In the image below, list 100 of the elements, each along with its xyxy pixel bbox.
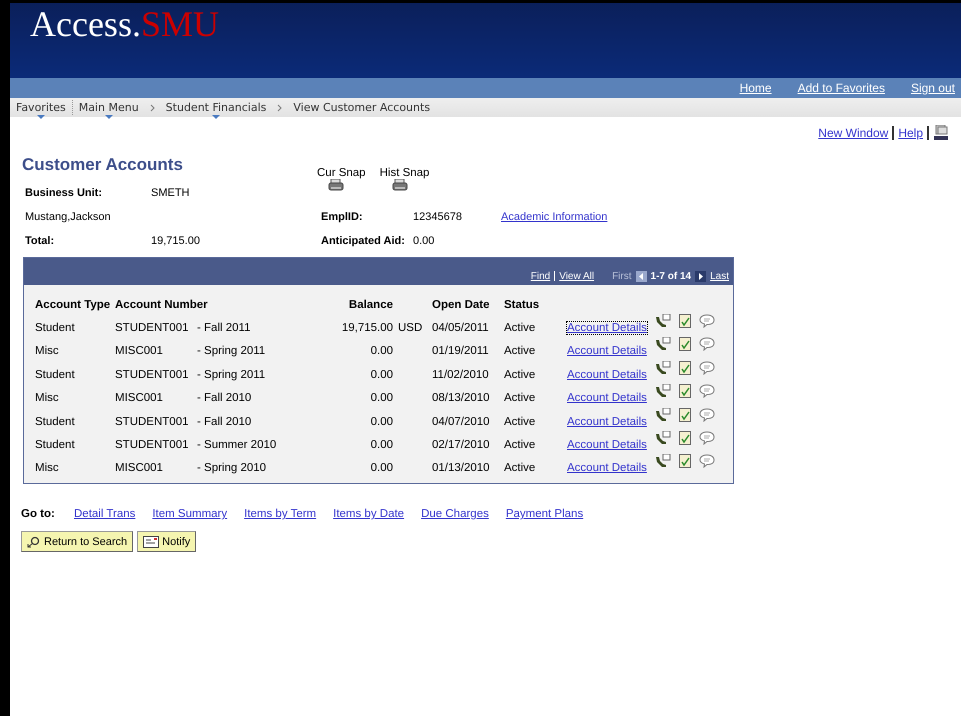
- account-details-link[interactable]: Account Details: [567, 322, 647, 334]
- comment-icon[interactable]: [699, 314, 715, 328]
- breadcrumb-item[interactable]: View Customer Accounts: [290, 101, 434, 114]
- contact-icon[interactable]: [655, 337, 671, 352]
- field-label: Business Unit:: [25, 186, 104, 201]
- table-cell-text: STUDENT001: [115, 416, 190, 428]
- table-cell-text: Active: [504, 392, 536, 404]
- column-header: Balance: [348, 298, 393, 311]
- table-cell-text: MISC001: [115, 392, 164, 404]
- printer-icon[interactable]: [392, 179, 408, 191]
- dropdown-icon[interactable]: [36, 115, 45, 119]
- table-cell-text: Active: [504, 439, 536, 452]
- search-icon: [27, 536, 41, 548]
- checklist-icon[interactable]: [679, 431, 691, 446]
- table-cell-text: Active: [504, 345, 536, 358]
- help-link[interactable]: Help: [898, 126, 923, 140]
- dropdown-icon[interactable]: [104, 115, 113, 119]
- account-details-link[interactable]: Account Details: [567, 368, 647, 381]
- comment-icon[interactable]: [699, 408, 715, 422]
- checklist-icon[interactable]: [679, 314, 691, 328]
- contact-icon[interactable]: [655, 384, 671, 398]
- table-cell-text: Misc: [35, 392, 60, 404]
- table-cell-text: - Summer 2010: [197, 439, 278, 452]
- table-cell-text: 04/07/2010: [432, 416, 491, 428]
- table-cell-text: Student: [35, 416, 76, 428]
- table-cell-text: Student: [35, 368, 76, 381]
- table-cell-text: 0.00: [370, 345, 393, 358]
- comment-icon[interactable]: [699, 454, 715, 468]
- snapshot-label: Hist Snap: [380, 167, 430, 179]
- table-cell-text: - Fall 2010: [197, 392, 252, 404]
- checklist-icon[interactable]: [679, 454, 691, 468]
- contact-icon[interactable]: [655, 454, 671, 468]
- account-details-link[interactable]: Account Details: [567, 392, 647, 404]
- goto-link[interactable]: Payment Plans: [506, 508, 584, 520]
- table-cell-text: 0.00: [370, 368, 393, 381]
- column-header: Account Type: [35, 298, 112, 311]
- table-cell-text: 19,715.00: [340, 322, 393, 334]
- table-cell-text: 02/17/2010: [432, 439, 491, 452]
- account-details-link[interactable]: Account Details: [567, 462, 647, 474]
- table-cell-text: 0.00: [370, 439, 393, 452]
- field-label: Anticipated Aid:: [321, 234, 406, 249]
- checklist-icon[interactable]: [679, 360, 691, 375]
- http-icon[interactable]: [933, 125, 949, 141]
- table-cell-text: 0.00: [370, 416, 393, 428]
- next-icon[interactable]: [695, 271, 706, 282]
- breadcrumb-item[interactable]: Student Financials: [162, 101, 270, 114]
- checklist-icon[interactable]: [679, 384, 691, 398]
- header-link[interactable]: Sign out: [910, 81, 955, 95]
- field-label: EmplID:: [321, 210, 364, 225]
- contact-icon[interactable]: [655, 360, 671, 375]
- first-label: First: [612, 271, 632, 282]
- header-link[interactable]: Add to Favorites: [798, 81, 885, 95]
- goto-link[interactable]: Items by Date: [333, 508, 404, 520]
- table-cell-text: STUDENT001: [115, 439, 190, 452]
- table-cell-text: STUDENT001: [115, 368, 190, 381]
- printer-icon[interactable]: [328, 179, 344, 191]
- contact-icon[interactable]: [655, 408, 671, 422]
- account-details-link[interactable]: Account Details: [567, 416, 647, 428]
- return-to-search-button[interactable]: Return to Search: [21, 531, 134, 552]
- table-cell-text: Misc: [35, 345, 60, 358]
- comment-icon[interactable]: [699, 384, 715, 398]
- comment-icon[interactable]: [699, 337, 715, 352]
- goto-link[interactable]: Due Charges: [421, 508, 489, 520]
- table-cell-text: - Spring 2011: [197, 368, 266, 381]
- previous-icon[interactable]: [636, 271, 647, 282]
- checklist-icon[interactable]: [679, 408, 691, 422]
- notify-button[interactable]: Notify: [137, 531, 196, 552]
- dropdown-icon[interactable]: [212, 115, 220, 119]
- checklist-icon[interactable]: [679, 337, 691, 352]
- snapshot-label: Cur Snap: [317, 167, 366, 179]
- academic-information-link[interactable]: Academic Information: [501, 211, 608, 223]
- table-cell-text: 0.00: [370, 462, 393, 474]
- find-link[interactable]: Find: [530, 271, 550, 282]
- column-header: Account Number: [115, 298, 209, 311]
- table-cell-text: 01/13/2010: [432, 462, 491, 474]
- comment-icon[interactable]: [699, 360, 715, 375]
- table-cell-text: Active: [504, 416, 536, 428]
- contact-icon[interactable]: [655, 314, 671, 328]
- table-cell-text: STUDENT001: [115, 322, 190, 334]
- breadcrumb-item[interactable]: Main Menu: [76, 101, 142, 114]
- chevron-icon: [277, 104, 282, 112]
- contact-icon[interactable]: [655, 431, 671, 446]
- goto-link[interactable]: Items by Term: [244, 508, 316, 520]
- account-details-link[interactable]: Account Details: [567, 439, 647, 452]
- comment-icon[interactable]: [699, 431, 715, 446]
- table-cell-text: 04/05/2011: [432, 322, 490, 334]
- last-link[interactable]: Last: [710, 271, 729, 282]
- column-header: Open Date: [432, 298, 491, 311]
- account-details-link[interactable]: Account Details: [567, 345, 647, 358]
- goto-link[interactable]: Item Summary: [152, 508, 228, 520]
- table-cell-text: 0.00: [370, 392, 393, 404]
- new-window-link[interactable]: New Window: [818, 126, 888, 140]
- table-cell-text: MISC001: [115, 345, 164, 358]
- table-cell-text: Misc: [35, 462, 60, 474]
- field-value: 0.00: [413, 234, 436, 249]
- header-link[interactable]: Home: [740, 81, 772, 95]
- goto-link[interactable]: Detail Trans: [74, 508, 136, 520]
- view-all-link[interactable]: View All: [559, 271, 594, 282]
- breadcrumb-item[interactable]: Favorites: [13, 101, 69, 114]
- table-cell-text: Student: [35, 439, 76, 452]
